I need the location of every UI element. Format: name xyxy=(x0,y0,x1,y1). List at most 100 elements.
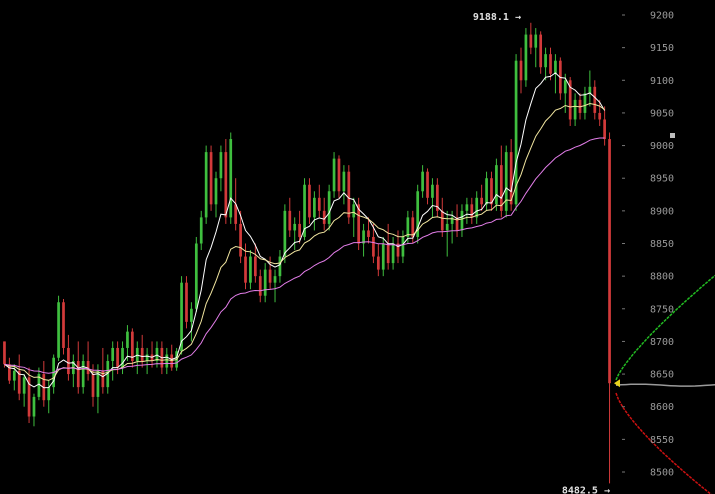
candle xyxy=(62,298,65,355)
candle xyxy=(194,236,198,313)
candle-body xyxy=(529,34,533,48)
candle-body xyxy=(194,243,198,309)
candle-body xyxy=(214,178,218,205)
candle xyxy=(185,276,188,329)
candle-body xyxy=(263,269,267,296)
candle-body xyxy=(165,354,169,368)
candle-body xyxy=(480,197,483,205)
low-price-label: 8482.5 → xyxy=(562,485,610,494)
candle-body xyxy=(401,236,405,257)
y-tick-label: 8550 xyxy=(650,435,674,446)
candle-body xyxy=(3,341,6,365)
candle-body xyxy=(588,86,592,94)
candle-body xyxy=(224,152,228,218)
y-tick-label: 9100 xyxy=(650,76,674,87)
candle-body xyxy=(490,178,493,205)
candle-body xyxy=(342,171,346,192)
candle xyxy=(332,152,336,198)
y-tick-label: 9150 xyxy=(650,43,674,54)
candle-body xyxy=(460,210,464,231)
candle-body xyxy=(519,60,523,81)
candle xyxy=(204,145,208,224)
y-tick-label: 9000 xyxy=(650,141,674,152)
candle-body xyxy=(583,93,587,113)
candle-body xyxy=(62,302,65,348)
candle-body xyxy=(135,347,139,362)
candle-body xyxy=(116,347,119,368)
candle-body xyxy=(278,256,282,277)
candle-body xyxy=(288,210,292,231)
candle-body xyxy=(317,197,321,211)
candle-body xyxy=(229,139,233,218)
candle-body xyxy=(91,374,95,397)
candle-body xyxy=(244,256,247,283)
candle-body xyxy=(367,230,370,237)
y-tick-label: 8700 xyxy=(650,337,674,348)
candle xyxy=(416,184,420,244)
candle-body xyxy=(391,243,395,264)
candle-body xyxy=(283,210,287,257)
candle-body xyxy=(258,276,262,296)
y-tick-label: 9050 xyxy=(650,108,674,119)
axis-scroll-handle[interactable] xyxy=(670,133,675,138)
candle-body xyxy=(598,112,602,120)
candle-body xyxy=(308,184,311,218)
candle-body xyxy=(352,204,356,218)
y-tick-label: 8500 xyxy=(650,468,674,479)
candle-body xyxy=(495,165,498,205)
candle-body xyxy=(406,217,410,237)
candle-body xyxy=(426,171,429,198)
candle-body xyxy=(337,158,341,192)
candle-body xyxy=(372,236,375,257)
candle-body xyxy=(170,354,174,368)
candle-body xyxy=(313,197,316,218)
candle-body xyxy=(57,302,60,358)
candle-body xyxy=(81,361,85,388)
candle-body xyxy=(573,99,577,120)
chart-background xyxy=(0,0,715,494)
y-tick-label: 8850 xyxy=(650,239,674,250)
candle-body xyxy=(504,152,508,211)
candle-body xyxy=(47,387,51,401)
candle xyxy=(3,341,6,368)
price-chart[interactable]: 8500 8550 8600 8650 8700 8750 8800 8850 8900 8950… xyxy=(0,0,715,494)
candle-body xyxy=(12,370,16,381)
y-tick-label: 9200 xyxy=(650,11,674,22)
candle-body xyxy=(204,152,208,218)
candle-body xyxy=(76,361,80,388)
candle-body xyxy=(445,223,449,231)
candle xyxy=(568,77,572,126)
candle-body xyxy=(524,34,528,81)
candle-body xyxy=(593,86,597,113)
candle-body xyxy=(376,256,380,270)
candle-body xyxy=(603,119,606,140)
candle-body xyxy=(475,197,479,218)
candle-body xyxy=(67,347,70,375)
high-price-label: 9188.1 → xyxy=(473,12,521,23)
candle-body xyxy=(386,243,390,264)
y-tick-label: 8750 xyxy=(650,304,674,315)
candle-body xyxy=(347,171,351,218)
candle xyxy=(347,165,351,224)
candle-body xyxy=(563,80,567,94)
candle-body xyxy=(554,60,557,74)
candle-body xyxy=(209,152,213,205)
candle-body xyxy=(111,347,115,362)
y-tick-label: 8650 xyxy=(650,370,674,381)
y-tick-label: 8800 xyxy=(650,272,674,283)
candle-body xyxy=(273,276,277,283)
candle-body xyxy=(440,210,444,231)
candle-body xyxy=(293,223,297,231)
candle-body xyxy=(549,54,552,74)
candle-body xyxy=(608,139,611,384)
candle-body xyxy=(190,308,193,322)
candle-body xyxy=(465,204,469,211)
candle xyxy=(327,184,331,231)
candle-body xyxy=(199,217,203,244)
candle-body xyxy=(140,347,144,362)
candle xyxy=(308,178,311,224)
candle-body xyxy=(381,243,385,270)
y-tick-label: 8950 xyxy=(650,174,674,185)
candle-body xyxy=(22,377,26,394)
candle-body xyxy=(239,223,242,257)
